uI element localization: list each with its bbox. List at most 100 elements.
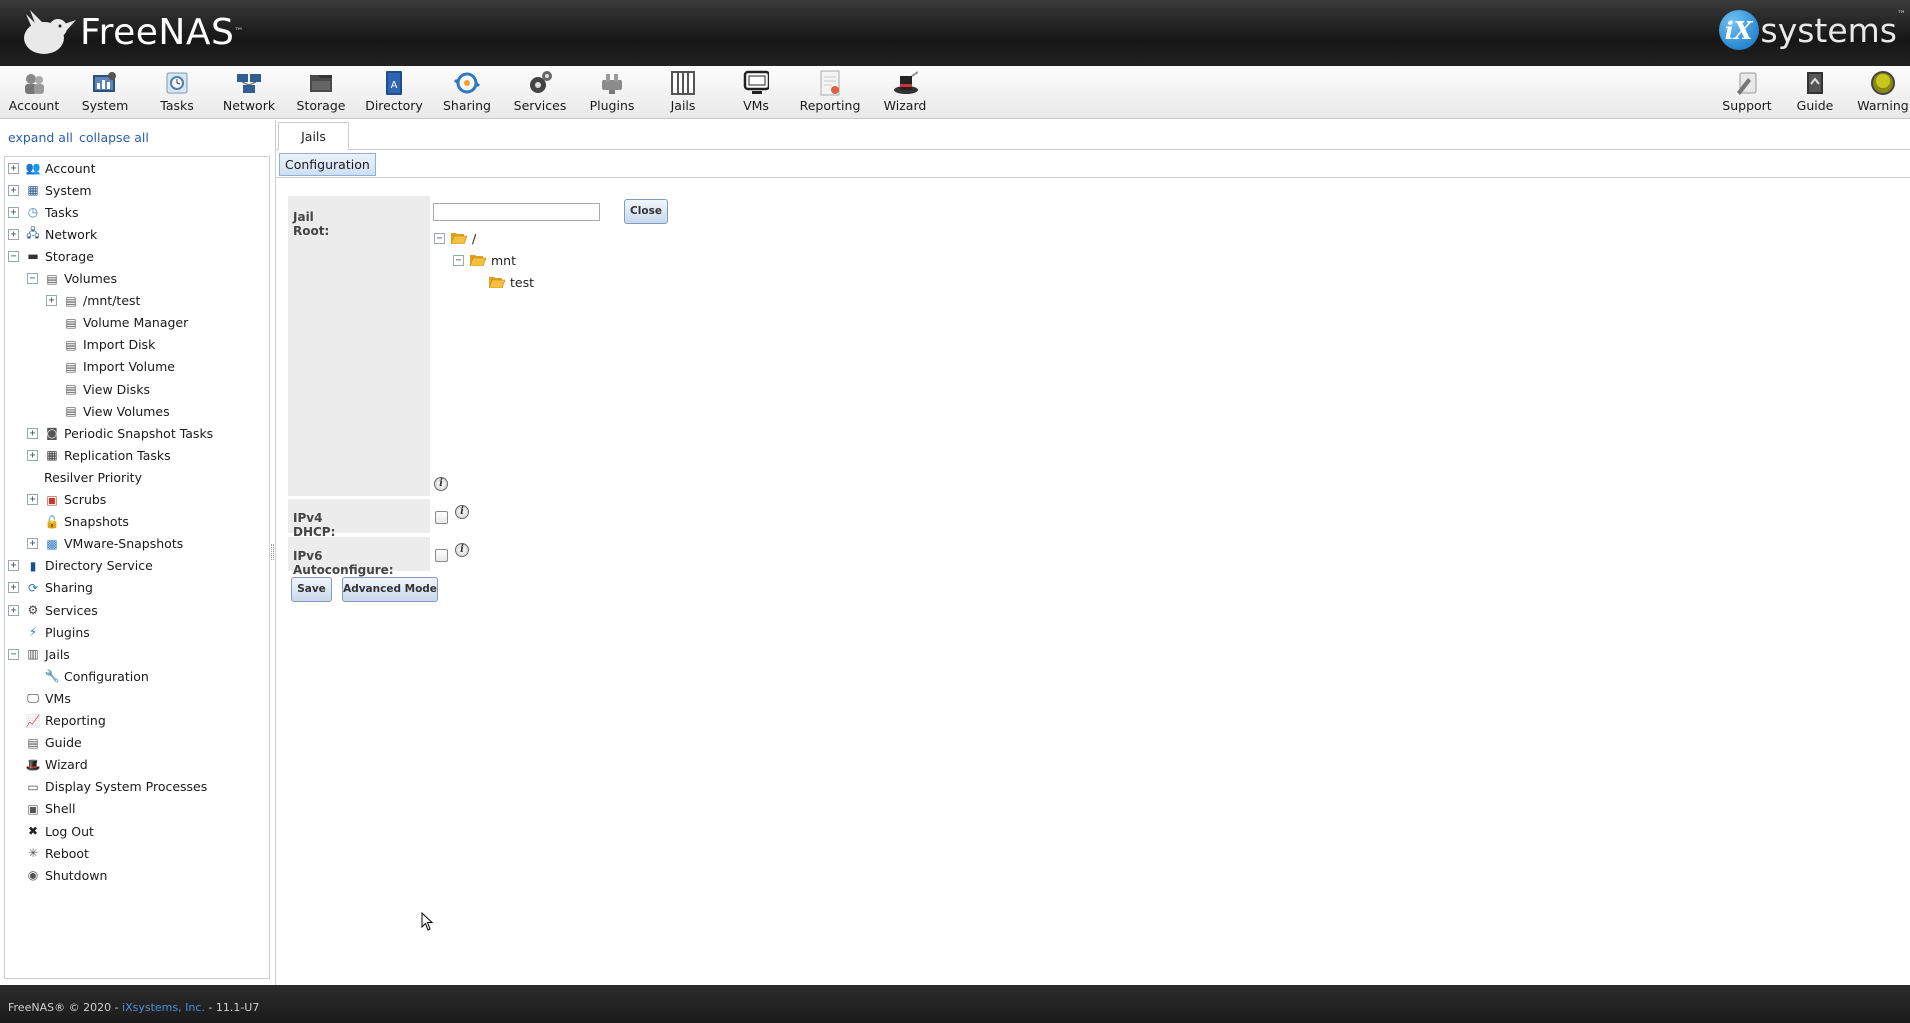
toolbar-tasks[interactable]: Tasks xyxy=(141,70,213,116)
sidebar-item-reboot[interactable]: ✳ Reboot xyxy=(8,843,89,863)
toolbar-guide[interactable]: Guide xyxy=(1779,70,1851,116)
ipv6-autoconfigure-checkbox[interactable] xyxy=(435,549,448,562)
sidebar-item-shutdown[interactable]: ◉ Shutdown xyxy=(8,865,108,885)
sidebar-item-label: Import Disk xyxy=(83,337,156,353)
ipv4-dhcp-info-icon[interactable]: i xyxy=(455,505,469,519)
sidebar-item-storage[interactable]: − ▬ Storage xyxy=(8,246,94,266)
sidebar-item-label: Network xyxy=(45,226,98,242)
toolbar-reporting[interactable]: Reporting xyxy=(794,70,866,116)
sidebar-item-vmware-snapshots[interactable]: + ▩ VMware-Snapshots xyxy=(27,534,183,554)
sidebar-item-account[interactable]: + 👥 Account xyxy=(8,158,95,178)
ipv6-autoconfigure-info-icon[interactable]: i xyxy=(455,543,469,557)
panel-splitter[interactable] xyxy=(271,544,274,560)
expand-toggle[interactable]: + xyxy=(8,162,19,174)
tab-configuration[interactable]: Configuration xyxy=(279,153,376,176)
sidebar-item-label: Services xyxy=(45,602,98,618)
toolbar-sharing[interactable]: Sharing xyxy=(431,70,503,116)
sidebar-item-log-out[interactable]: ✖ Log Out xyxy=(8,821,94,841)
toolbar-services[interactable]: Services xyxy=(504,70,576,116)
toolbar-support[interactable]: Support xyxy=(1711,70,1783,116)
view-volumes-icon: ▤ xyxy=(65,404,77,419)
expand-toggle[interactable]: + xyxy=(27,494,38,505)
sidebar-item-reporting[interactable]: 📈 Reporting xyxy=(8,711,106,731)
sidebar-item-replication-tasks[interactable]: + ▦ Replication Tasks xyxy=(27,445,171,465)
sidebar-item-configuration[interactable]: 🔧 Configuration xyxy=(27,666,149,686)
collapse-toggle[interactable]: − xyxy=(453,254,464,266)
save-button[interactable]: Save xyxy=(291,577,332,602)
toolbar-vms[interactable]: VMs xyxy=(720,70,792,116)
sidebar-item-volumes[interactable]: − ▤ Volumes xyxy=(27,269,117,289)
expand-toggle[interactable]: + xyxy=(46,295,57,307)
sidebar-item-label: Sharing xyxy=(45,580,93,596)
footer: FreeNAS® © 2020 - iXsystems, Inc. - 11.1… xyxy=(0,985,1910,1023)
toolbar-account[interactable]: Account xyxy=(0,70,70,116)
toolbar-warning[interactable]: Warning xyxy=(1847,70,1910,116)
toolbar-plugins[interactable]: Plugins xyxy=(576,70,648,116)
folder-tree-root[interactable]: − / xyxy=(434,229,476,247)
expand-toggle[interactable]: + xyxy=(8,582,19,594)
sidebar-item-snapshots[interactable]: 🔓 Snapshots xyxy=(27,512,129,532)
sidebar-item-vms[interactable]: 🖵 VMs xyxy=(8,688,71,708)
toolbar-system[interactable]: System xyxy=(69,70,141,116)
expand-all-link[interactable]: expand all xyxy=(8,130,73,145)
ixsystems-link[interactable]: iXsystems, Inc. xyxy=(122,1001,205,1014)
collapse-toggle[interactable]: − xyxy=(8,250,19,262)
sidebar-item-jails[interactable]: − ▥ Jails xyxy=(8,644,70,664)
sidebar-item-sharing[interactable]: + ⟳ Sharing xyxy=(8,578,93,598)
expand-toggle[interactable]: + xyxy=(8,604,19,616)
expand-toggle[interactable]: + xyxy=(8,560,19,572)
sidebar-item-system[interactable]: + ▦ System xyxy=(8,180,92,200)
expand-toggle[interactable]: + xyxy=(8,206,19,218)
sidebar-item-directory-service[interactable]: + ▮ Directory Service xyxy=(8,556,153,576)
expand-toggle[interactable]: + xyxy=(27,449,38,461)
sidebar-item-display-system-processes[interactable]: ▭ Display System Processes xyxy=(8,777,207,797)
close-button[interactable]: Close xyxy=(624,199,668,224)
toolbar-jails[interactable]: Jails xyxy=(647,70,719,116)
sidebar-item-scrubs[interactable]: + ▣ Scrubs xyxy=(27,490,106,510)
sidebar-item-volume-manager[interactable]: ▤ Volume Manager xyxy=(46,313,188,333)
sidebar-item-resilver-priority[interactable]: Resilver Priority xyxy=(44,467,142,487)
expand-toggle[interactable]: + xyxy=(8,184,19,196)
toolbar-network[interactable]: Network xyxy=(213,70,285,116)
sidebar-item-network[interactable]: + 🖧 Network xyxy=(8,224,97,244)
sidebar-item-label: Reboot xyxy=(45,845,89,861)
collapse-all-link[interactable]: collapse all xyxy=(79,130,149,145)
sidebar-item-tasks[interactable]: + ◷ Tasks xyxy=(8,202,79,222)
sidebar-item-view-disks[interactable]: ▤ View Disks xyxy=(46,379,150,399)
sidebar-item-wizard[interactable]: 🎩 Wizard xyxy=(8,755,88,775)
toolbar-directory[interactable]: A Directory xyxy=(358,70,430,116)
folder-tree-test[interactable]: test xyxy=(489,273,534,291)
sidebar-item-label: Volumes xyxy=(64,271,118,286)
sidebar-item-import-volume[interactable]: ▤ Import Volume xyxy=(46,357,175,377)
toolbar-wizard[interactable]: Wizard xyxy=(869,70,941,116)
sidebar-item-services[interactable]: + ⚙ Services xyxy=(8,600,98,620)
sidebar-item-shell[interactable]: ▣ Shell xyxy=(8,799,75,819)
expand-toggle[interactable]: + xyxy=(27,538,38,550)
sidebar-item-guide[interactable]: ▤ Guide xyxy=(8,733,81,753)
toolbar-label: Wizard xyxy=(883,98,927,113)
advanced-mode-button[interactable]: Advanced Mode xyxy=(342,577,438,602)
collapse-toggle[interactable]: − xyxy=(8,648,19,660)
sidebar-item-import-disk[interactable]: ▤ Import Disk xyxy=(46,335,155,355)
sidebar-item-mnt-test[interactable]: + ▤ /mnt/test xyxy=(46,291,140,311)
expand-toggle[interactable]: + xyxy=(27,427,38,439)
ipv4-dhcp-checkbox[interactable] xyxy=(435,511,448,524)
sidebar-item-view-volumes[interactable]: ▤ View Volumes xyxy=(46,401,169,421)
collapse-toggle[interactable]: − xyxy=(434,232,445,244)
expand-toggle[interactable]: + xyxy=(8,228,19,240)
sidebar-item-periodic-snapshot-tasks[interactable]: + ◙ Periodic Snapshot Tasks xyxy=(27,423,213,443)
sidebar-item-label: View Disks xyxy=(83,381,150,397)
folder-open-icon xyxy=(470,255,486,266)
toolbar-label: Network xyxy=(222,98,276,113)
tab-jails[interactable]: Jails xyxy=(278,122,349,151)
sidebar-item-plugins[interactable]: ⚡ Plugins xyxy=(8,622,90,642)
jail-root-info-icon[interactable]: i xyxy=(434,477,448,491)
system-icon xyxy=(92,70,118,96)
jail-root-input[interactable] xyxy=(433,203,600,221)
toolbar-storage[interactable]: Storage xyxy=(285,70,357,116)
folder-tree-mnt[interactable]: − mnt xyxy=(453,251,516,269)
collapse-toggle[interactable]: − xyxy=(27,273,38,284)
